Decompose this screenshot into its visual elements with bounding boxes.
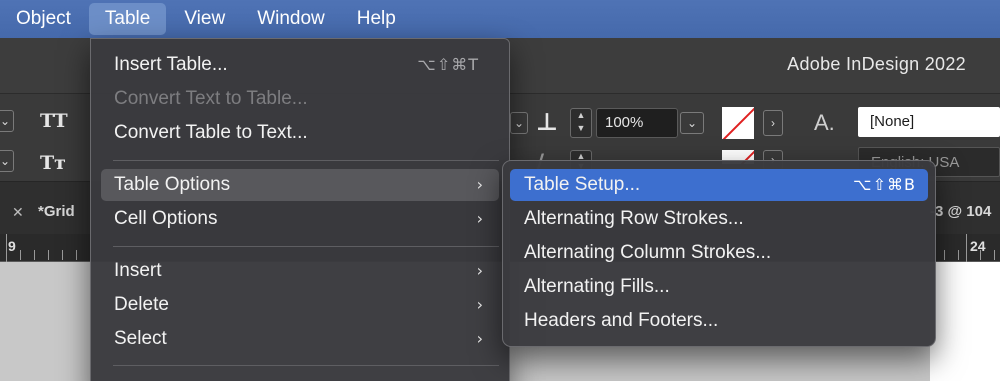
small-caps-icon[interactable]: Tт	[40, 152, 66, 174]
menu-item-label: Cell Options	[114, 208, 218, 229]
chevron-right-icon: ›	[476, 295, 483, 314]
delete-item[interactable]: Delete ›	[101, 289, 499, 321]
keyboard-shortcut: ⌥⇧⌘B	[853, 175, 916, 194]
menu-item-label: Table Options	[114, 174, 231, 195]
headers-and-footers-item[interactable]: Headers and Footers...	[510, 305, 928, 337]
menu-separator	[113, 246, 499, 247]
table-menu: Insert Table... ⌥⇧⌘T Convert Text to Tab…	[90, 38, 510, 381]
paragraph-style-select[interactable]: [None]	[858, 107, 1000, 137]
convert-table-to-text-item[interactable]: Convert Table to Text...	[101, 117, 499, 149]
menu-table[interactable]: Table	[88, 3, 167, 35]
menu-item-label: Alternating Column Strokes...	[524, 242, 772, 263]
menu-item-label: Select	[114, 328, 167, 349]
vertical-scale-icon: ⊥	[536, 108, 558, 136]
chevron-right-icon: ›	[476, 261, 483, 280]
ruler-label: 24	[970, 238, 986, 254]
menu-view[interactable]: View	[168, 0, 241, 38]
menu-separator	[113, 160, 499, 161]
insert-table-item[interactable]: Insert Table... ⌥⇧⌘T	[101, 49, 499, 81]
menu-object[interactable]: Object	[0, 0, 87, 38]
insert-item[interactable]: Insert ›	[101, 255, 499, 287]
menu-item-label: Alternating Fills...	[524, 276, 670, 297]
chevron-down-icon[interactable]: ⌄	[0, 110, 14, 132]
scale-input[interactable]: 100%	[596, 108, 678, 138]
cell-options-item[interactable]: Cell Options ›	[101, 203, 499, 235]
close-icon[interactable]: ✕	[12, 204, 24, 221]
ruler-label: 9	[8, 238, 16, 254]
menu-item-label: Delete	[114, 294, 169, 315]
table-options-submenu: Table Setup... ⌥⇧⌘B Alternating Row Stro…	[502, 160, 936, 347]
menu-item-label: Insert	[114, 260, 162, 281]
alternating-row-strokes-item[interactable]: Alternating Row Strokes...	[510, 203, 928, 235]
menu-item-label: Convert Text to Table...	[114, 88, 308, 109]
chevron-right-icon: ›	[476, 329, 483, 348]
document-tab-title[interactable]: *Grid	[38, 203, 75, 220]
keyboard-shortcut: ⌥⇧⌘T	[417, 55, 479, 74]
character-style-icon: A.	[814, 110, 835, 135]
chevron-down-icon[interactable]: ⌄	[0, 150, 14, 172]
menu-item-label: Alternating Row Strokes...	[524, 208, 744, 229]
menu-item-label: Headers and Footers...	[524, 310, 719, 331]
chevron-down-icon[interactable]: ⌄	[510, 112, 528, 134]
table-options-item[interactable]: Table Options ›	[101, 169, 499, 201]
chevron-right-icon[interactable]: ›	[763, 110, 783, 136]
app-title: Adobe InDesign 2022	[787, 54, 966, 74]
menu-separator	[113, 365, 499, 366]
select-item[interactable]: Select ›	[101, 323, 499, 355]
menu-item-label: Table Setup...	[524, 174, 641, 195]
table-setup-item[interactable]: Table Setup... ⌥⇧⌘B	[510, 169, 928, 201]
scale-stepper[interactable]: ▲ ▼	[570, 108, 592, 138]
fill-none-swatch-icon[interactable]	[722, 107, 754, 139]
menu-item-label: Convert Table to Text...	[114, 122, 308, 143]
all-caps-icon[interactable]: TT	[40, 110, 68, 132]
convert-text-to-table-item: Convert Text to Table...	[101, 83, 499, 115]
menu-window[interactable]: Window	[241, 0, 341, 38]
chevron-right-icon: ›	[476, 209, 483, 228]
chevron-right-icon: ›	[476, 175, 483, 194]
alternating-column-strokes-item[interactable]: Alternating Column Strokes...	[510, 237, 928, 269]
menu-bar: Object Table View Window Help	[0, 0, 1000, 38]
menu-item-label: Insert Table...	[114, 54, 228, 75]
document-page[interactable]	[930, 262, 1000, 381]
chevron-down-icon[interactable]: ⌄	[680, 112, 704, 134]
menu-help[interactable]: Help	[341, 0, 412, 38]
alternating-fills-item[interactable]: Alternating Fills...	[510, 271, 928, 303]
document-tab-zoom-label[interactable]: -3 @ 104	[930, 203, 991, 220]
